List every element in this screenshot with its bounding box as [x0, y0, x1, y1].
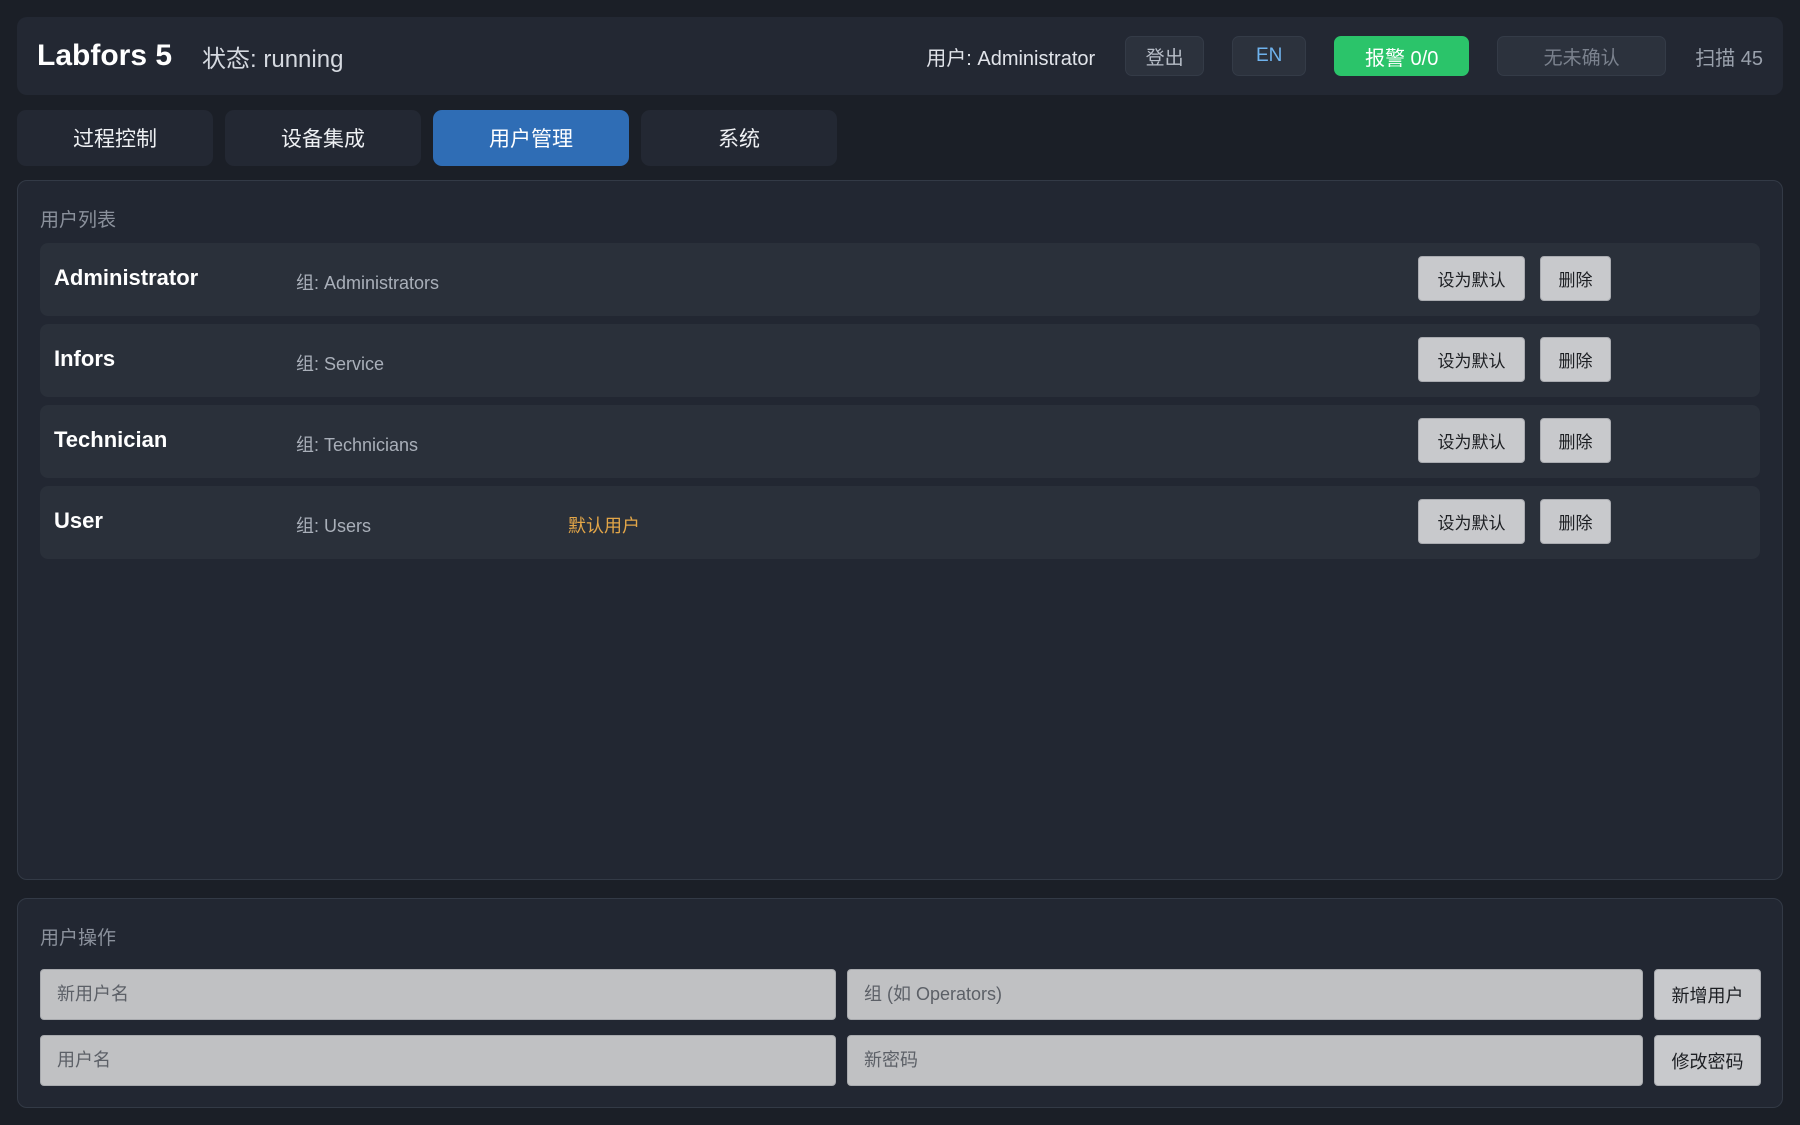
current-user-label: 用户: Administrator — [926, 47, 1096, 70]
alarm-button[interactable]: 报警 0/0 — [1334, 36, 1470, 76]
user-row: Administrator 组: Administrators 设为默认 删除 — [40, 243, 1760, 316]
set-default-button[interactable]: 设为默认 — [1418, 499, 1525, 544]
user-name: Administrator — [54, 265, 199, 290]
top-bar: Labfors 5 状态: running 用户: Administrator … — [17, 17, 1783, 95]
add-user-button[interactable]: 新增用户 — [1654, 969, 1761, 1020]
language-button[interactable]: EN — [1232, 36, 1307, 76]
username-input[interactable] — [40, 1035, 836, 1086]
delete-button[interactable]: 删除 — [1540, 499, 1611, 544]
user-group: 组: Users — [296, 516, 372, 536]
acknowledge-button[interactable]: 无未确认 — [1497, 36, 1667, 76]
user-operations-title: 用户操作 — [40, 928, 117, 949]
status-text: 状态: running — [202, 45, 344, 73]
user-name: User — [54, 508, 103, 533]
user-group: 组: Technicians — [296, 435, 419, 455]
delete-button[interactable]: 删除 — [1540, 418, 1611, 463]
group-input[interactable] — [847, 969, 1643, 1020]
user-row: User 组: Users 默认用户 设为默认 删除 — [40, 486, 1760, 559]
user-name: Infors — [54, 346, 116, 371]
app-title: Labfors 5 — [37, 39, 173, 72]
delete-button[interactable]: 删除 — [1540, 256, 1611, 301]
user-group: 组: Administrators — [296, 273, 440, 293]
tab-process-control[interactable]: 过程控制 — [17, 110, 213, 166]
user-row: Infors 组: Service 设为默认 删除 — [40, 324, 1760, 397]
user-group: 组: Service — [296, 354, 385, 374]
tab-system[interactable]: 系统 — [641, 110, 837, 166]
tab-user-management[interactable]: 用户管理 — [433, 110, 629, 166]
main-tabs: 过程控制 设备集成 用户管理 系统 — [17, 110, 837, 166]
set-default-button[interactable]: 设为默认 — [1418, 256, 1525, 301]
user-operations-panel: 用户操作 新增用户 修改密码 — [17, 898, 1783, 1108]
new-password-input[interactable] — [847, 1035, 1643, 1086]
user-list-panel: 用户列表 Administrator 组: Administrators 设为默… — [17, 180, 1783, 880]
user-name: Technician — [54, 427, 168, 452]
tab-device-integration[interactable]: 设备集成 — [225, 110, 421, 166]
delete-button[interactable]: 删除 — [1540, 337, 1611, 382]
new-username-input[interactable] — [40, 969, 836, 1020]
logout-button[interactable]: 登出 — [1125, 36, 1205, 76]
set-default-button[interactable]: 设为默认 — [1418, 337, 1525, 382]
user-list-title: 用户列表 — [40, 210, 117, 231]
change-password-button[interactable]: 修改密码 — [1654, 1035, 1761, 1086]
default-user-badge: 默认用户 — [568, 516, 640, 536]
user-row: Technician 组: Technicians 设为默认 删除 — [40, 405, 1760, 478]
scan-counter: 扫描 45 — [1695, 47, 1763, 70]
set-default-button[interactable]: 设为默认 — [1418, 418, 1525, 463]
